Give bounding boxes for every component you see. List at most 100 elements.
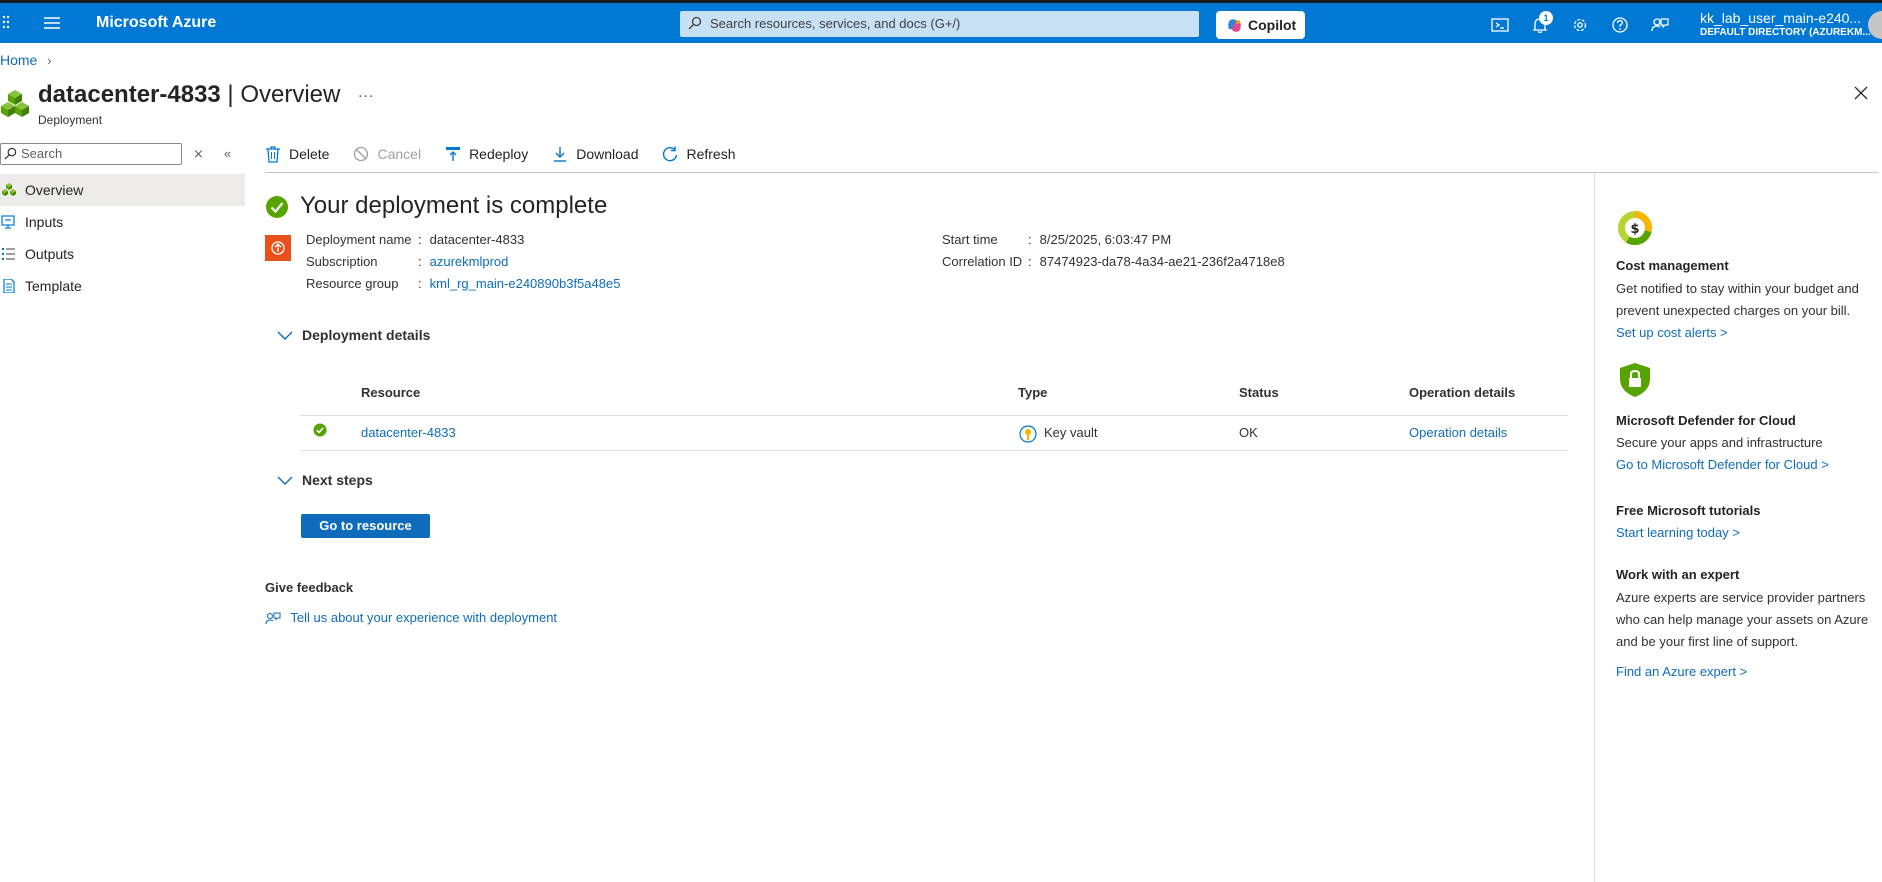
- page-title: datacenter-4833 | Overview: [38, 81, 340, 109]
- copilot-button[interactable]: Copilot: [1216, 11, 1305, 39]
- correlation-id-label: Correlation ID: [942, 254, 1023, 269]
- sidebar-item-inputs[interactable]: Inputs: [0, 206, 245, 238]
- tutorials-title: Free Microsoft tutorials: [1616, 503, 1761, 518]
- svg-text:$: $: [1630, 222, 1639, 237]
- column-header-operation-details: Operation details: [1409, 385, 1516, 400]
- success-check-icon: [266, 196, 288, 218]
- download-label: Download: [576, 146, 639, 162]
- cancel-button[interactable]: Cancel: [353, 142, 421, 166]
- resource-link[interactable]: datacenter-4833: [361, 425, 456, 440]
- column-header-type: Type: [1018, 385, 1048, 400]
- resource-name: datacenter-4833: [38, 81, 221, 108]
- outputs-icon: [2, 248, 15, 260]
- cost-management-title: Cost management: [1616, 258, 1729, 273]
- redeploy-icon: [446, 147, 461, 161]
- cloud-shell-icon[interactable]: [1490, 15, 1510, 35]
- close-icon[interactable]: [1854, 86, 1868, 100]
- feedback-link-text[interactable]: Tell us about your experience with deplo…: [290, 610, 557, 625]
- expand-collapse-icon[interactable]: ⨯: [193, 146, 204, 162]
- refresh-button[interactable]: Refresh: [662, 142, 736, 166]
- deployment-name-field: Deployment name: datacenter-4833: [306, 232, 524, 247]
- cost-alerts-link[interactable]: Set up cost alerts >: [1616, 325, 1728, 340]
- subscription-field: Subscription: azurekmlprod: [306, 254, 508, 269]
- chevron-down-icon: [277, 476, 293, 485]
- tutorials-link[interactable]: Start learning today >: [1616, 525, 1740, 540]
- table-header-divider: [300, 415, 1568, 416]
- column-header-resource: Resource: [361, 385, 421, 400]
- resource-group-field: Resource group: kml_rg_main-e240890b3f5a…: [306, 276, 620, 291]
- global-search-input[interactable]: Search resources, services, and docs (G+…: [680, 11, 1199, 37]
- brand-title[interactable]: Microsoft Azure: [96, 14, 216, 32]
- resource-group-label: Resource group: [306, 276, 399, 291]
- colon: :: [418, 276, 422, 291]
- go-to-resource-button[interactable]: Go to resource: [301, 514, 430, 538]
- deployment-name-label: Deployment name: [306, 232, 412, 247]
- sidebar-item-overview[interactable]: Overview: [0, 174, 245, 206]
- defender-title: Microsoft Defender for Cloud: [1616, 413, 1796, 428]
- sidebar-item-label: Overview: [25, 182, 84, 198]
- download-button[interactable]: Download: [552, 142, 638, 166]
- notification-badge: 1: [1539, 11, 1553, 25]
- deployment-icon: [2, 183, 16, 196]
- start-time-field: Start time: 8/25/2025, 6:03:47 PM: [942, 232, 1171, 247]
- refresh-icon: [663, 146, 678, 162]
- column-header-status: Status: [1239, 385, 1279, 400]
- gear-icon[interactable]: [1570, 15, 1590, 35]
- start-time-label: Start time: [942, 232, 998, 247]
- menu-icon[interactable]: [44, 16, 60, 30]
- feedback-icon[interactable]: [1650, 15, 1670, 35]
- next-steps-label: Next steps: [302, 472, 373, 488]
- breadcrumb-home[interactable]: Home: [0, 52, 37, 68]
- sidebar-item-outputs[interactable]: Outputs: [0, 238, 245, 270]
- subscription-label: Subscription: [306, 254, 378, 269]
- top-bar: Microsoft Azure Search resources, servic…: [0, 0, 1882, 43]
- chevron-right-icon: ›: [47, 53, 52, 68]
- help-icon[interactable]: [1610, 15, 1630, 35]
- search-icon: [4, 147, 17, 160]
- colon: :: [418, 254, 422, 269]
- resource-type: Key vault: [1044, 425, 1098, 440]
- sidebar-item-label: Outputs: [25, 246, 75, 262]
- feedback-heading: Give feedback: [265, 580, 354, 595]
- feedback-icon: [265, 612, 281, 624]
- deployment-details-label: Deployment details: [302, 327, 431, 343]
- delete-button[interactable]: Delete: [265, 142, 329, 166]
- defender-body: Secure your apps and infrastructure: [1616, 435, 1823, 450]
- rocket-icon: [271, 241, 285, 255]
- success-check-icon: [313, 423, 327, 437]
- breadcrumb: Home ›: [0, 52, 52, 68]
- deployment-resource-icon: [265, 235, 291, 261]
- expert-link[interactable]: Find an Azure expert >: [1616, 664, 1747, 679]
- operation-details-link[interactable]: Operation details: [1409, 425, 1507, 440]
- colon: :: [1028, 232, 1032, 247]
- resource-group-link[interactable]: kml_rg_main-e240890b3f5a48e5: [430, 276, 621, 291]
- chevron-down-icon: [277, 331, 293, 340]
- cost-management-icon: $: [1618, 211, 1652, 246]
- sidebar-item-template[interactable]: Template: [0, 270, 245, 302]
- cost-management-body: Get notified to stay within your budget …: [1616, 281, 1859, 318]
- start-time-value: 8/25/2025, 6:03:47 PM: [1039, 232, 1172, 247]
- app-launcher-icon[interactable]: [2, 14, 14, 30]
- nav-search-input[interactable]: Search: [0, 143, 182, 165]
- right-panel-divider: [1594, 173, 1595, 882]
- redeploy-label: Redeploy: [469, 146, 529, 162]
- redeploy-button[interactable]: Redeploy: [445, 142, 528, 166]
- correlation-id-value: 87474923-da78-4a34-ae21-236f2a4718e8: [1039, 254, 1285, 269]
- feedback-link[interactable]: Tell us about your experience with deplo…: [265, 610, 557, 627]
- more-options-button[interactable]: ...: [358, 84, 374, 102]
- nav-search-placeholder: Search: [21, 146, 63, 161]
- command-bar-divider: [265, 172, 1878, 173]
- next-steps-toggle[interactable]: Next steps: [277, 472, 373, 488]
- colon: :: [1028, 254, 1032, 269]
- page-subtitle: Deployment: [38, 113, 103, 127]
- subscription-link[interactable]: azurekmlprod: [430, 254, 509, 269]
- user-name: kk_lab_user_main-e240...: [1700, 10, 1862, 26]
- defender-link[interactable]: Go to Microsoft Defender for Cloud >: [1616, 457, 1829, 472]
- deployment-details-toggle[interactable]: Deployment details: [277, 327, 430, 343]
- collapse-sidebar-icon[interactable]: «: [224, 146, 231, 161]
- account-menu[interactable]: kk_lab_user_main-e240... DEFAULT DIRECTO…: [1700, 10, 1871, 38]
- copilot-icon: [1228, 19, 1241, 32]
- trash-icon: [266, 146, 280, 163]
- inputs-icon: [1, 215, 15, 229]
- table-row-divider: [300, 450, 1568, 451]
